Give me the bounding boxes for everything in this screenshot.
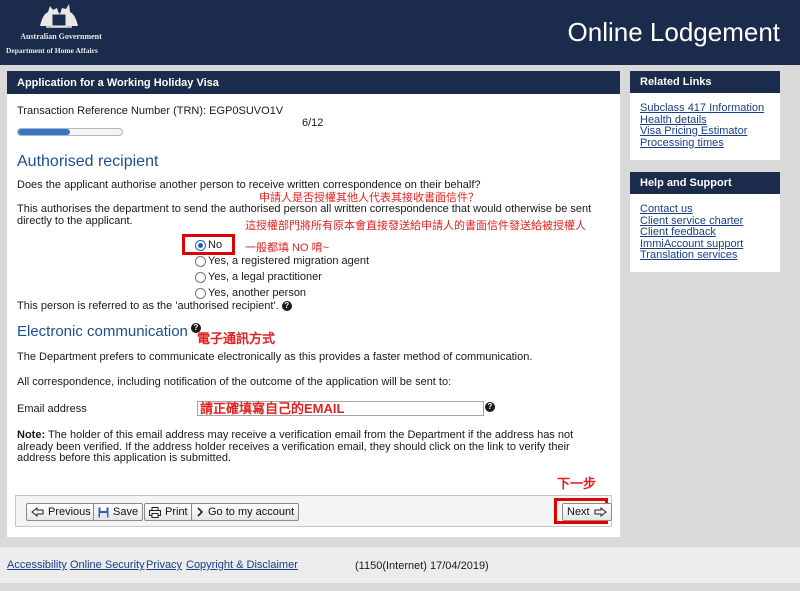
footer-link-accessibility[interactable]: Accessibility xyxy=(7,559,67,572)
floppy-disk-icon xyxy=(98,507,109,517)
account-label: Go to my account xyxy=(208,506,295,518)
save-button[interactable]: Save xyxy=(93,503,144,521)
related-links-list: Subclass 417 Information Health details … xyxy=(630,93,780,155)
progress-bar xyxy=(17,128,123,136)
radio-option-another-person[interactable]: Yes, another person xyxy=(195,287,306,299)
dept-name: Department of Home Affairs xyxy=(6,46,98,55)
site-title: Online Lodgement xyxy=(567,17,780,47)
radio-option-no[interactable]: No xyxy=(195,239,222,251)
radio-label-migration-agent: Yes, a registered migration agent xyxy=(208,255,370,267)
radio-another-person[interactable] xyxy=(195,287,206,299)
help-icon[interactable]: ? xyxy=(485,402,495,412)
email-label: Email address xyxy=(17,403,87,415)
go-to-my-account-button[interactable]: Go to my account xyxy=(191,503,300,521)
link-visa-pricing[interactable]: Visa Pricing Estimator xyxy=(640,125,770,138)
link-subclass-417[interactable]: Subclass 417 Information xyxy=(640,102,770,115)
radio-legal-practitioner[interactable] xyxy=(195,271,206,283)
note-label: Note: xyxy=(17,429,46,441)
government-logo: Australian Government Department of Home… xyxy=(6,0,116,62)
previous-label: Previous xyxy=(48,506,91,518)
radio-migration-agent[interactable] xyxy=(195,255,206,267)
trn-line: Transaction Reference Number (TRN): EGP0… xyxy=(17,105,283,117)
authorised-note: This person is referred to as the 'autho… xyxy=(17,300,292,312)
help-support-list: Contact us Client service charter Client… xyxy=(630,194,780,268)
authorised-note-text: This person is referred to as the 'autho… xyxy=(17,300,279,312)
annotation-next: 下一步 xyxy=(557,476,597,491)
radio-label-no: No xyxy=(208,239,223,251)
all-correspondence: All correspondence, including notificati… xyxy=(17,376,452,388)
help-icon[interactable]: ? xyxy=(281,301,292,312)
electronic-heading: Electronic communication xyxy=(17,323,188,340)
printer-icon xyxy=(149,506,161,518)
electronic-heading-row: Electronic communication ? xyxy=(17,323,201,340)
next-label: Next xyxy=(567,506,590,518)
help-support-title: Help and Support xyxy=(630,172,780,194)
note-text: The holder of this email address may rec… xyxy=(17,429,574,464)
email-note: Note: The holder of this email address m… xyxy=(17,429,602,465)
annotation-electronic: 電子通訊方式 xyxy=(197,331,276,346)
arrow-left-icon xyxy=(31,507,44,517)
email-field[interactable]: 請正確填寫自己的EMAIL xyxy=(197,401,484,416)
previous-button[interactable]: Previous xyxy=(26,503,96,521)
radio-option-legal-practitioner[interactable]: Yes, a legal practitioner xyxy=(195,271,322,283)
footer-link-online-security[interactable]: Online Security xyxy=(70,559,145,572)
annotation-no: 一般都填 NO 唷~ xyxy=(245,242,330,254)
electronic-prefers: The Department prefers to communicate el… xyxy=(17,351,533,363)
footer-link-privacy[interactable]: Privacy xyxy=(146,559,182,572)
help-support-panel: Help and Support Contact us Client servi… xyxy=(630,172,780,272)
coat-of-arms-icon xyxy=(40,4,78,28)
annotation-explanation: 這授權部門將所有原本會直接發送給申請人的書面信件發送給被授權人 xyxy=(245,220,586,232)
save-label: Save xyxy=(113,506,139,518)
footer-version: (1150(Internet) 17/04/2019) xyxy=(355,560,489,572)
form-panel: Application for a Working Holiday Visa T… xyxy=(7,71,620,537)
progress-fill xyxy=(18,129,70,135)
related-links-panel: Related Links Subclass 417 Information H… xyxy=(630,71,780,160)
step-counter: 6/12 xyxy=(302,117,324,129)
radio-label-another-person: Yes, another person xyxy=(208,287,307,299)
arrow-right-icon xyxy=(594,507,607,517)
related-links-title: Related Links xyxy=(630,71,780,93)
site-header: Australian Government Department of Home… xyxy=(0,0,800,65)
radio-no[interactable] xyxy=(195,239,206,251)
link-contact-us[interactable]: Contact us xyxy=(640,203,770,216)
print-label: Print xyxy=(165,506,188,518)
radio-label-legal-practitioner: Yes, a legal practitioner xyxy=(208,271,322,283)
radio-option-migration-agent[interactable]: Yes, a registered migration agent xyxy=(195,255,369,267)
link-translation-services[interactable]: Translation services xyxy=(640,249,770,262)
footer-link-copyright[interactable]: Copyright & Disclaimer xyxy=(186,559,298,572)
link-processing-times[interactable]: Processing times xyxy=(640,137,770,150)
trn-value: EGP0SUVO1V xyxy=(209,105,284,117)
authorised-recipient-heading: Authorised recipient xyxy=(17,153,159,170)
page-footer: Accessibility Online Security Privacy Co… xyxy=(0,547,800,583)
link-client-feedback[interactable]: Client feedback xyxy=(640,226,770,239)
next-button[interactable]: Next xyxy=(562,503,612,521)
print-button[interactable]: Print xyxy=(144,503,193,521)
trn-label: Transaction Reference Number (TRN): xyxy=(17,105,207,117)
navigation-bar: Previous Save Print Go to my account Nex… xyxy=(15,495,612,527)
chevron-right-icon xyxy=(197,507,204,517)
form-title: Application for a Working Holiday Visa xyxy=(7,71,620,94)
gov-name: Australian Government xyxy=(20,32,102,41)
